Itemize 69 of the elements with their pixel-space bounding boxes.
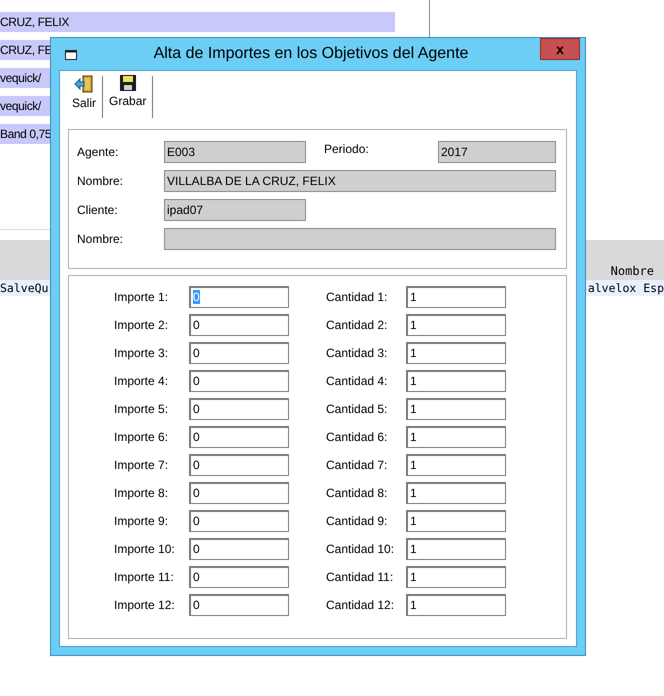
field-label: Importe 9: xyxy=(114,514,170,528)
exit-button[interactable]: Salir xyxy=(68,74,100,120)
table-cell: SalveQu xyxy=(0,280,48,296)
field-label: Agente: xyxy=(76,145,120,159)
field-label: Importe 8: xyxy=(114,486,170,500)
field-label: Importe 1: xyxy=(114,290,170,304)
field-label: Importe 3: xyxy=(114,346,170,360)
quantity-field[interactable]: 1 xyxy=(406,286,506,308)
field-label: Cantidad 12: xyxy=(326,598,396,612)
column-header: Nombre xyxy=(610,264,654,278)
quantity-field[interactable]: 1 xyxy=(406,370,506,392)
quantity-field[interactable]: 1 xyxy=(406,426,506,448)
quantity-field[interactable]: 1 xyxy=(406,594,506,616)
client-name-field[interactable] xyxy=(164,228,556,250)
field-label: Cantidad 1: xyxy=(326,290,388,304)
agent-name-field[interactable]: VILLALBA DE LA CRUZ, FELIX xyxy=(164,170,556,192)
amount-field[interactable]: 0 xyxy=(189,510,289,532)
amount-field[interactable]: 0 xyxy=(189,566,289,588)
table-cell: alvelox Esp xyxy=(588,280,664,296)
amount-field[interactable]: 0 xyxy=(189,370,289,392)
field-label: Cantidad 7: xyxy=(326,458,388,472)
amount-field[interactable]: 0 xyxy=(189,426,289,448)
amount-field[interactable]: 0 xyxy=(189,594,289,616)
client-field[interactable]: ipad07 xyxy=(164,199,306,221)
amount-field[interactable]: 0 xyxy=(189,342,289,364)
field-label: Cantidad 9: xyxy=(326,514,388,528)
door-icon xyxy=(74,74,94,94)
period-field[interactable]: 2017 xyxy=(438,141,556,163)
field-label: Importe 5: xyxy=(114,402,170,416)
quantity-field[interactable]: 1 xyxy=(406,510,506,532)
save-button[interactable]: Grabar xyxy=(105,74,150,120)
amount-field[interactable]: 0 xyxy=(189,398,289,420)
quantity-field[interactable]: 1 xyxy=(406,482,506,504)
amount-field[interactable]: 0 xyxy=(189,538,289,560)
field-label: Periodo: xyxy=(323,142,370,156)
quantity-field[interactable]: 1 xyxy=(406,538,506,560)
agent-code-field[interactable]: E003 xyxy=(164,141,306,163)
list-row[interactable]: CRUZ, FELIX xyxy=(0,12,395,32)
field-label: Cantidad 2: xyxy=(326,318,388,332)
field-label: Importe 4: xyxy=(114,374,170,388)
field-label: Importe 6: xyxy=(114,430,170,444)
field-label: Cliente: xyxy=(76,203,119,217)
quantity-field[interactable]: 1 xyxy=(406,342,506,364)
field-label: Cantidad 5: xyxy=(326,402,388,416)
field-label: Importe 7: xyxy=(114,458,170,472)
field-label: Cantidad 8: xyxy=(326,486,388,500)
list-row[interactable]: vequick/ xyxy=(0,68,50,88)
field-label: Cantidad 4: xyxy=(326,374,388,388)
field-label: Importe 10: xyxy=(114,542,176,556)
quantity-field[interactable]: 1 xyxy=(406,566,506,588)
window-title: Alta de Importes en los Objetivos del Agente xyxy=(152,45,470,63)
quantity-field[interactable]: 1 xyxy=(406,454,506,476)
list-row[interactable]: vequick/ xyxy=(0,96,50,116)
amount-field[interactable]: 0 xyxy=(189,454,289,476)
field-label: Nombre: xyxy=(76,232,124,246)
amount-field[interactable]: 0 xyxy=(189,314,289,336)
field-label: Importe 11: xyxy=(114,570,175,584)
field-label: Cantidad 3: xyxy=(326,346,388,360)
field-label: Cantidad 6: xyxy=(326,430,388,444)
field-label: Importe 2: xyxy=(114,318,170,332)
field-label: Importe 12: xyxy=(114,598,176,612)
quantity-field[interactable]: 1 xyxy=(406,398,506,420)
window-icon xyxy=(65,48,77,60)
field-label: Nombre: xyxy=(76,174,124,188)
quantity-field[interactable]: 1 xyxy=(406,314,506,336)
close-button[interactable]: x xyxy=(540,38,580,60)
field-label: Cantidad 11: xyxy=(326,570,394,584)
field-label: Cantidad 10: xyxy=(326,542,396,556)
amount-field[interactable]: 0 xyxy=(189,482,289,504)
